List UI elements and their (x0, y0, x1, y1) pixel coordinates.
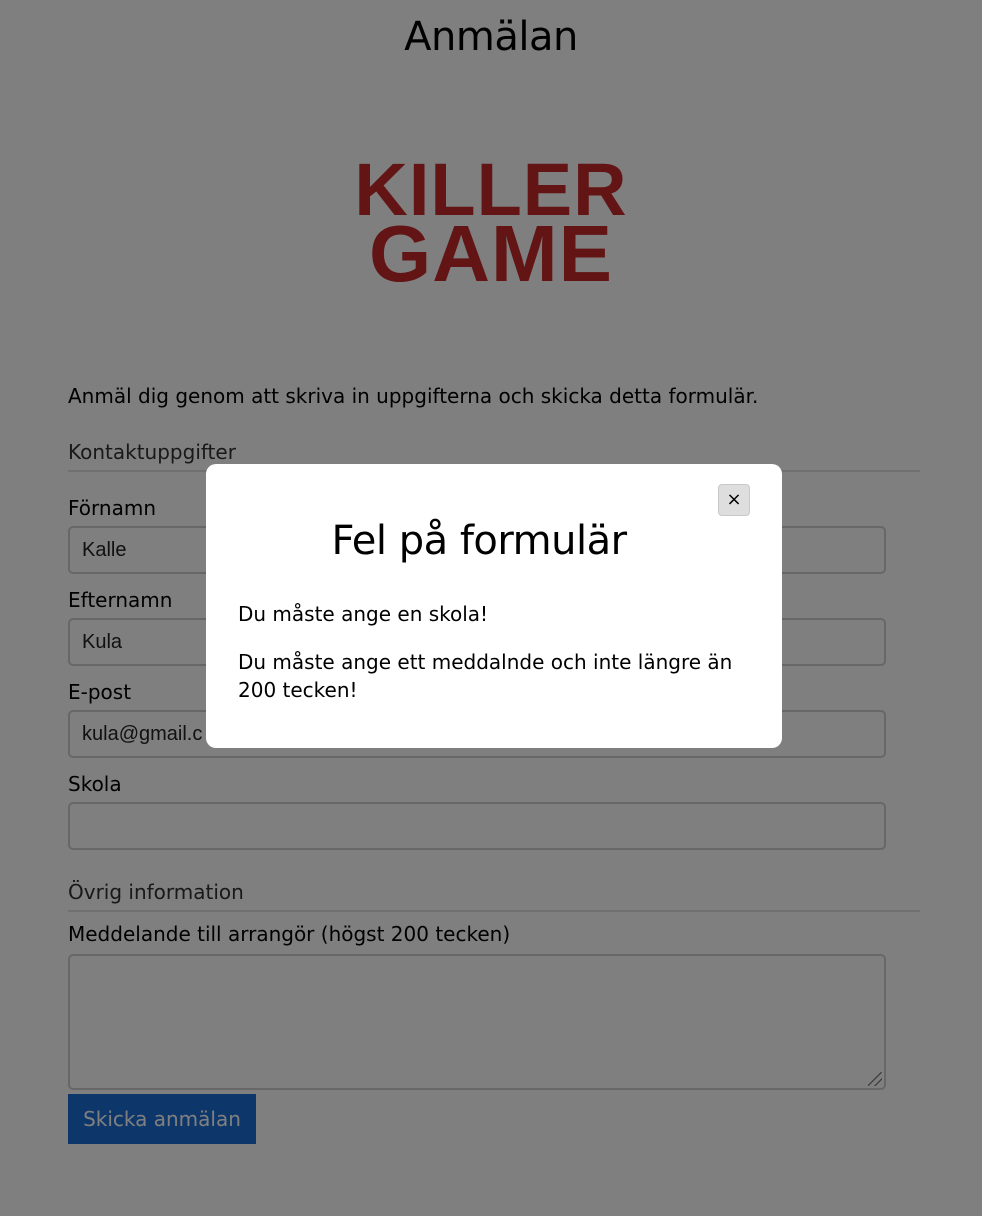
error-message-message: Du måste ange ett meddalnde och inte län… (238, 650, 733, 702)
modal-title: Fel på formulär (331, 518, 627, 564)
error-modal: × Fel på formulär Du måste ange en skola… (206, 464, 782, 748)
error-message-school: Du måste ange en skola! (238, 602, 489, 626)
close-icon[interactable]: × (718, 484, 750, 516)
